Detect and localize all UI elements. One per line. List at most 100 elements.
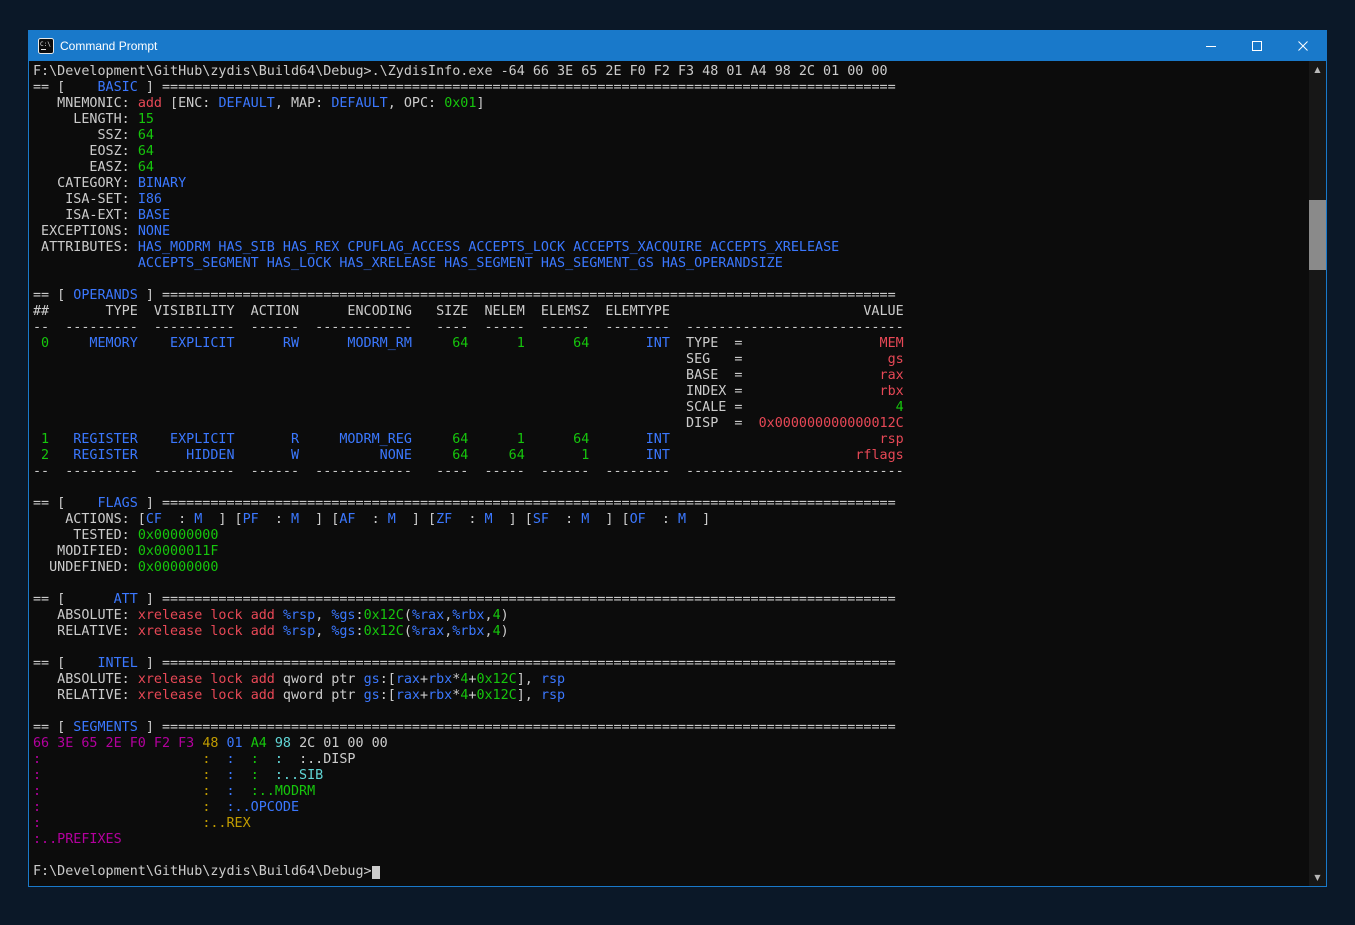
terminal-text-segment: W	[251, 448, 299, 463]
terminal-text-segment: MODRM_REG	[315, 432, 412, 447]
terminal-text-segment: BASIC	[65, 80, 138, 95]
window-title: Command Prompt	[60, 39, 157, 53]
minimize-button[interactable]	[1188, 31, 1234, 61]
terminal-line: ABSOLUTE: xrelease lock add qword ptr gs…	[33, 672, 1309, 688]
terminal-text-segment: I86	[138, 192, 162, 207]
terminal-text-segment: :..OPCODE	[227, 800, 300, 815]
terminal-text-segment: ATTRIBUTES:	[33, 240, 138, 255]
terminal-line: BASE = rax	[33, 368, 1309, 384]
terminal-text-segment: gs	[742, 352, 903, 367]
terminal-text-segment: lock	[210, 624, 242, 639]
maximize-button[interactable]	[1234, 31, 1280, 61]
terminal-text-segment: 2	[33, 448, 49, 463]
terminal-text-segment	[412, 336, 436, 351]
terminal-text-segment: TYPE =	[670, 336, 743, 351]
terminal-line: : : :..OPCODE	[33, 800, 1309, 816]
terminal-text-segment: INT	[605, 336, 670, 351]
terminal-line: SEG = gs	[33, 352, 1309, 368]
terminal-text-segment: :	[452, 512, 484, 527]
terminal-text-segment: 64	[541, 336, 589, 351]
terminal-text-segment: INTEL	[65, 656, 138, 671]
terminal-text-segment: TESTED:	[33, 528, 138, 543]
terminal-text-segment: ABSOLUTE:	[33, 608, 138, 623]
terminal-text-segment: ,	[485, 624, 493, 639]
terminal-text-segment: %rbx	[452, 608, 484, 623]
terminal-text-segment: qword ptr	[275, 672, 364, 687]
terminal-line: LENGTH: 15	[33, 112, 1309, 128]
terminal-text-segment: ] [	[589, 512, 629, 527]
terminal-text-segment	[259, 768, 275, 783]
terminal-text-segment: :	[33, 816, 41, 831]
terminal-text-segment: M	[678, 512, 686, 527]
vertical-scrollbar[interactable]: ▲ ▼	[1309, 61, 1326, 886]
terminal-text-segment: :..PREFIXES	[33, 832, 122, 847]
command-prompt-window: C:\ Command Prompt F:\D	[28, 30, 1327, 887]
terminal-text-segment: 64	[436, 336, 468, 351]
terminal-text-segment: :	[356, 512, 388, 527]
terminal-text-segment	[525, 336, 541, 351]
terminal-text-segment: 64	[436, 432, 468, 447]
scroll-up-button[interactable]: ▲	[1309, 61, 1326, 78]
terminal-text-segment: EXCEPTIONS:	[33, 224, 138, 239]
terminal-text-segment: rax	[396, 672, 420, 687]
terminal-text-segment: 64	[138, 128, 154, 143]
terminal-text-segment	[468, 448, 484, 463]
terminal-text-segment	[210, 800, 226, 815]
terminal-line: ACTIONS: [CF : M ] [PF : M ] [AF : M ] […	[33, 512, 1309, 528]
terminal-line: == [ INTEL ] ===========================…	[33, 656, 1309, 672]
terminal-text-segment: ] [	[202, 512, 242, 527]
titlebar[interactable]: C:\ Command Prompt	[29, 31, 1326, 61]
terminal-text-segment: rax	[742, 368, 903, 383]
terminal-line: MNEMONIC: add [ENC: DEFAULT, MAP: DEFAUL…	[33, 96, 1309, 112]
terminal-text-segment: qword ptr	[275, 688, 364, 703]
terminal-text-segment	[218, 736, 226, 751]
terminal-line: F:\Development\GitHub\zydis\Build64\Debu…	[33, 64, 1309, 80]
terminal-text-segment	[235, 768, 251, 783]
terminal-text-segment: :	[33, 784, 41, 799]
terminal-text-segment: 0x01	[444, 96, 476, 111]
terminal-text-segment: ABSOLUTE:	[33, 672, 138, 687]
terminal-line: INDEX = rbx	[33, 384, 1309, 400]
terminal-line: : : : : : :..DISP	[33, 752, 1309, 768]
terminal-text-segment	[299, 448, 315, 463]
terminal-text-segment	[259, 752, 275, 767]
terminal-text-segment	[49, 432, 65, 447]
terminal-text-segment: 0x12C	[364, 608, 404, 623]
terminal-text-segment	[210, 768, 226, 783]
terminal-text-segment: 4	[493, 608, 501, 623]
terminal-line	[33, 848, 1309, 864]
terminal-text-segment: 1	[541, 448, 589, 463]
terminal-text-segment: LENGTH:	[33, 112, 138, 127]
terminal-text-segment: BASE =	[33, 368, 742, 383]
terminal-text-segment: == [	[33, 496, 65, 511]
terminal-text-segment: :	[646, 512, 678, 527]
terminal-text-segment: (	[404, 608, 412, 623]
terminal-line: : :..REX	[33, 816, 1309, 832]
console-viewport[interactable]: F:\Development\GitHub\zydis\Build64\Debu…	[29, 61, 1326, 886]
terminal-text-segment: INDEX =	[33, 384, 742, 399]
terminal-text-segment: A4	[251, 736, 267, 751]
close-button[interactable]	[1280, 31, 1326, 61]
terminal-text-segment: rbx	[428, 688, 452, 703]
terminal-text-segment: gs	[364, 688, 380, 703]
terminal-text-segment: :..MODRM	[251, 784, 316, 799]
terminal-text-segment: [ENC:	[162, 96, 218, 111]
terminal-text-segment: rsp	[541, 672, 565, 687]
terminal-text-segment: ] ======================================…	[138, 592, 896, 607]
close-icon	[1298, 41, 1308, 51]
terminal-line: :..PREFIXES	[33, 832, 1309, 848]
terminal-text-segment: DEFAULT	[331, 96, 387, 111]
terminal-line: 2 REGISTER HIDDEN W NONE 64 64 1 INT rfl…	[33, 448, 1309, 464]
terminal-text-segment: INT	[605, 432, 670, 447]
scroll-down-button[interactable]: ▼	[1309, 869, 1326, 886]
terminal-line: == [ SEGMENTS ] ========================…	[33, 720, 1309, 736]
terminal-text-segment: R	[251, 432, 299, 447]
terminal-text-segment: DEFAULT	[218, 96, 274, 111]
terminal-line	[33, 480, 1309, 496]
terminal-text-segment: %gs	[331, 608, 355, 623]
terminal-text-segment: ] ======================================…	[138, 496, 896, 511]
scrollbar-thumb[interactable]	[1309, 200, 1326, 270]
terminal-line: ATTRIBUTES: HAS_MODRM HAS_SIB HAS_REX CP…	[33, 240, 1309, 256]
terminal-text-segment: :	[227, 768, 235, 783]
terminal-text-segment: ],	[517, 672, 541, 687]
